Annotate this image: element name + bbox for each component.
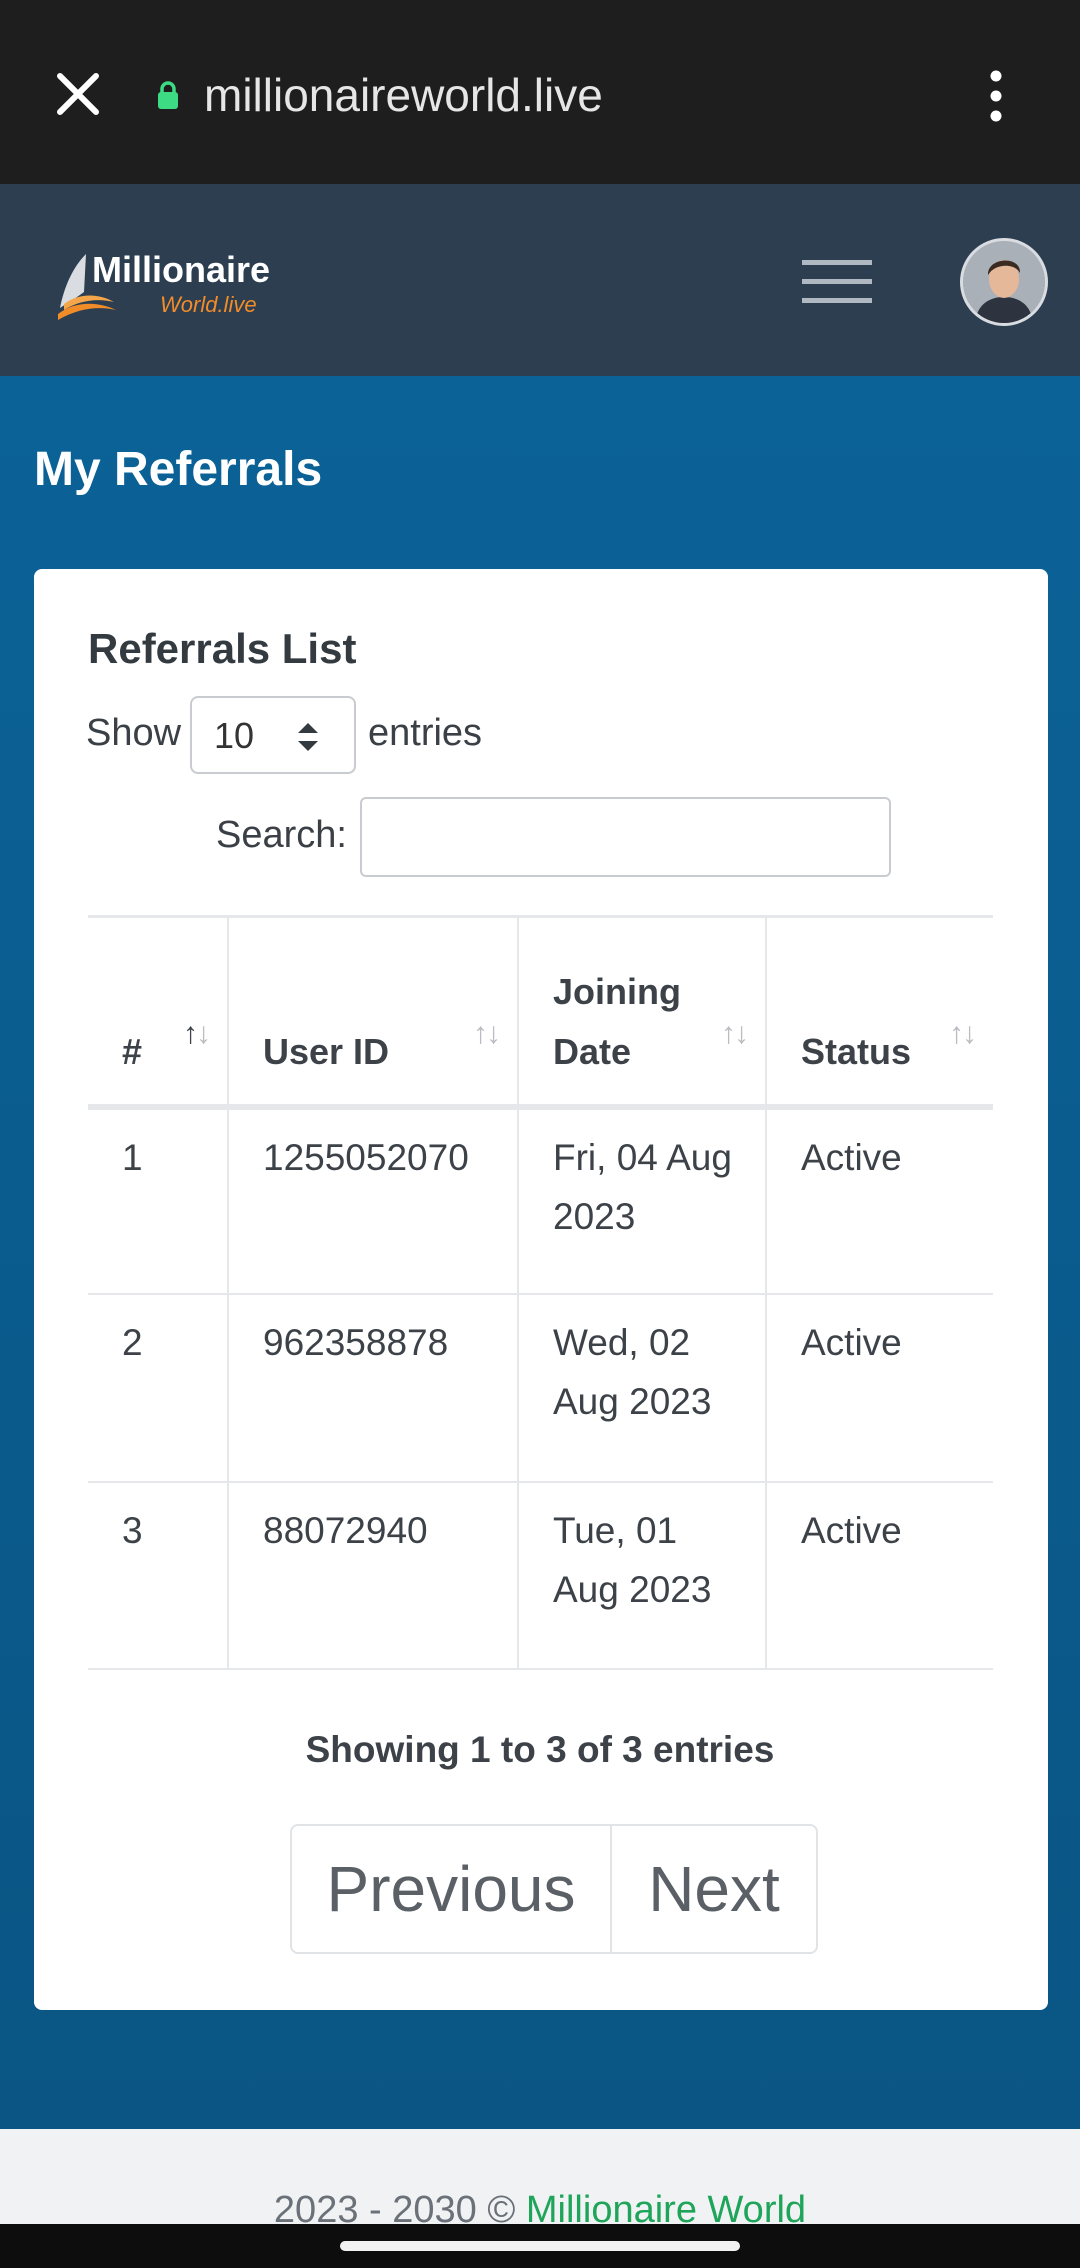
lock-icon [158,81,178,109]
entries-select-value: 10 [214,715,255,756]
cell-status: Active [765,1481,993,1670]
logo-domain: World.live [160,292,257,317]
cell-status: Active [765,1106,993,1295]
entries-per-page-select[interactable]: 10 [190,696,356,774]
column-header-label: # [122,1030,143,1072]
previous-page-button[interactable]: Previous [292,1826,612,1952]
site-logo[interactable]: Millionaire World.live [56,248,316,324]
column-header-label: User ID [263,1030,390,1072]
column-header-label: Joining Date [553,970,681,1072]
browser-bar: millionaireworld.live [0,0,1080,184]
more-vert-icon[interactable] [984,66,1008,126]
show-label: Show [86,712,182,754]
address-bar-url[interactable]: millionaireworld.live [204,64,603,126]
sort-icon: ↑↓ [473,1016,501,1050]
column-header-status[interactable]: Status ↑↓ [765,915,993,1110]
cell-joining-date: Tue, 01 Aug 2023 [517,1481,766,1670]
column-header-label: Status [801,1030,912,1072]
close-icon[interactable] [48,64,108,124]
card-title: Referrals List [88,625,357,672]
cell-joining-date: Wed, 02 Aug 2023 [517,1294,766,1483]
table-row: 1 1255052070 Fri, 04 Aug 2023 Active [88,1106,993,1295]
cell-user-id: 1255052070 [227,1106,518,1295]
table-header-row: # ↑↓ User ID ↑↓ Joining Date ↑↓ Status ↑… [88,915,993,1110]
avatar-icon [963,241,1045,323]
cell-number: 1 [88,1106,228,1295]
column-header-number[interactable]: # ↑↓ [88,915,228,1110]
table-info-text: Showing 1 to 3 of 3 entries [305,1729,775,1770]
entries-label: entries [368,712,483,754]
cell-status: Active [765,1294,993,1483]
pagination: Previous Next [290,1824,818,1954]
cell-number: 3 [88,1481,228,1670]
gesture-handle[interactable] [340,2241,740,2251]
hamburger-icon[interactable] [802,258,872,306]
user-avatar[interactable] [960,238,1048,326]
sort-icon: ↑↓ [721,1016,749,1050]
logo-wordmark: Millionaire [92,249,270,290]
search-input[interactable] [360,797,891,877]
sort-icon: ↑↓ [949,1016,977,1050]
search-label: Search: [216,814,347,856]
next-page-button[interactable]: Next [612,1826,816,1952]
select-updown-icon [298,723,318,751]
cell-joining-date: Fri, 04 Aug 2023 [517,1106,766,1295]
referrals-table: # ↑↓ User ID ↑↓ Joining Date ↑↓ Status ↑… [88,915,993,1670]
table-row: 3 88072940 Tue, 01 Aug 2023 Active [88,1481,993,1670]
sort-asc-icon: ↑↓ [183,1016,211,1050]
table-row: 2 962358878 Wed, 02 Aug 2023 Active [88,1294,993,1483]
cell-user-id: 962358878 [227,1294,518,1483]
cell-user-id: 88072940 [227,1481,518,1670]
column-header-joining-date[interactable]: Joining Date ↑↓ [517,915,766,1110]
column-header-user-id[interactable]: User ID ↑↓ [227,915,518,1110]
page-title: My Referrals [34,443,323,496]
cell-number: 2 [88,1294,228,1483]
